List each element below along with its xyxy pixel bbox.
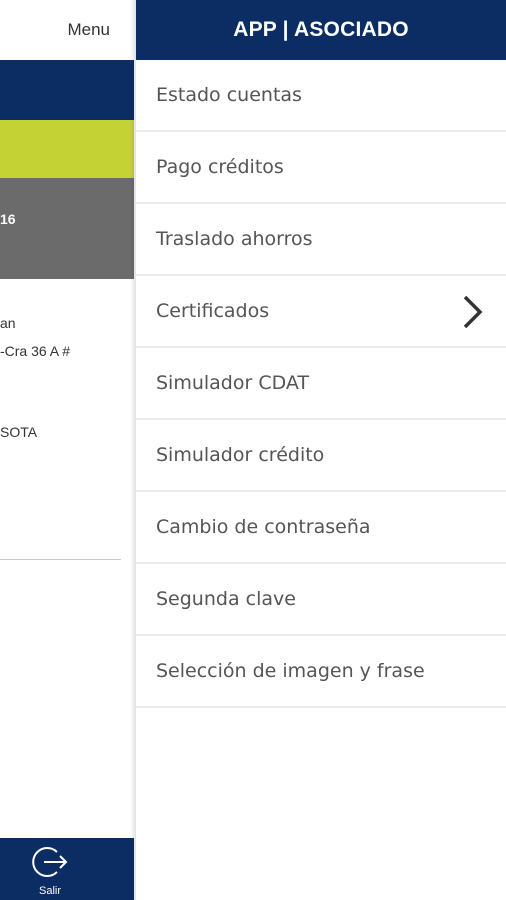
- background-lime-band: [0, 120, 134, 178]
- menu-item-label: Traslado ahorros: [156, 228, 313, 250]
- exit-label: Salir: [38, 885, 61, 897]
- menu-item-pago-creditos[interactable]: Pago créditos: [136, 132, 506, 204]
- divider: [0, 559, 121, 560]
- background-navy-band: [0, 60, 134, 120]
- address-line: SOTA: [0, 424, 38, 440]
- menu-item-label: Simulador crédito: [156, 444, 325, 466]
- menu-item-segunda-clave[interactable]: Segunda clave: [136, 564, 506, 636]
- bottom-bar: Salir: [0, 838, 134, 900]
- menu-item-label: Estado cuentas: [156, 84, 302, 106]
- background-screen: Menu 16 an -Cra 36 A # SOTA Salir: [0, 0, 134, 900]
- address-line: -Cra 36 A #: [0, 343, 71, 359]
- menu-button[interactable]: Menu: [67, 20, 110, 40]
- menu-item-traslado-ahorros[interactable]: Traslado ahorros: [136, 204, 506, 276]
- menu-item-label: Cambio de contraseña: [156, 516, 371, 538]
- drawer-title: APP | ASOCIADO: [233, 18, 409, 41]
- chevron-right-icon: [463, 295, 483, 329]
- menu-list: Estado cuentas Pago créditos Traslado ah…: [136, 60, 506, 708]
- menu-item-simulador-credito[interactable]: Simulador crédito: [136, 420, 506, 492]
- menu-item-estado-cuentas[interactable]: Estado cuentas: [136, 60, 506, 132]
- background-account-card: 16: [0, 178, 134, 279]
- exit-button[interactable]: Salir: [0, 838, 100, 900]
- menu-item-certificados[interactable]: Certificados: [136, 276, 506, 348]
- menu-item-seleccion-imagen-frase[interactable]: Selección de imagen y frase: [136, 636, 506, 708]
- menu-item-simulador-cdat[interactable]: Simulador CDAT: [136, 348, 506, 420]
- exit-icon: [32, 847, 68, 877]
- menu-item-label: Certificados: [156, 300, 270, 322]
- menu-item-label: Selección de imagen y frase: [156, 660, 425, 682]
- menu-item-label: Pago créditos: [156, 156, 284, 178]
- account-card-text: 16: [0, 211, 16, 227]
- drawer-header: APP | ASOCIADO: [136, 0, 506, 60]
- menu-item-label: Segunda clave: [156, 588, 296, 610]
- address-line: an: [0, 315, 16, 331]
- menu-item-cambio-contrasena[interactable]: Cambio de contraseña: [136, 492, 506, 564]
- navigation-drawer: APP | ASOCIADO Estado cuentas Pago crédi…: [136, 0, 506, 900]
- menu-item-label: Simulador CDAT: [156, 372, 310, 394]
- background-topbar: Menu: [0, 0, 134, 60]
